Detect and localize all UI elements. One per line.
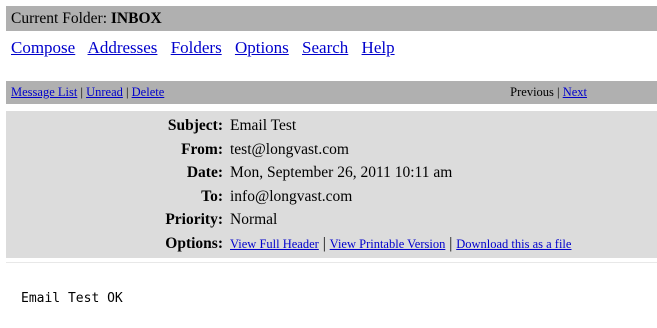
subject-label: Subject: bbox=[167, 117, 223, 134]
from-value: test@longvast.com bbox=[230, 140, 349, 158]
prev-next-nav: Previous | Next bbox=[510, 81, 587, 104]
from-label: From: bbox=[181, 140, 223, 158]
to-row: To: info@longvast.com bbox=[6, 186, 657, 210]
separator: | bbox=[126, 85, 129, 99]
addresses-link[interactable]: Addresses bbox=[88, 38, 158, 57]
to-value: info@longvast.com bbox=[230, 187, 353, 205]
message-action-bar: Message List | Unread | Delete Previous … bbox=[6, 81, 657, 104]
options-label: Options: bbox=[165, 234, 223, 252]
folders-link[interactable]: Folders bbox=[171, 38, 222, 57]
subject-row: Subject: Email Test bbox=[6, 115, 657, 139]
priority-label: Priority: bbox=[165, 211, 223, 228]
current-folder-name: INBOX bbox=[110, 10, 162, 27]
message-body: Email Test OK bbox=[6, 262, 657, 328]
options-link[interactable]: Options bbox=[235, 38, 289, 57]
priority-row: Priority: Normal bbox=[6, 209, 657, 233]
separator: | bbox=[322, 234, 326, 252]
message-list-link[interactable]: Message List bbox=[11, 85, 77, 99]
date-label: Date: bbox=[186, 164, 223, 181]
next-link[interactable]: Next bbox=[563, 85, 587, 99]
download-file-link[interactable]: Download this as a file bbox=[456, 237, 571, 251]
separator: | bbox=[449, 234, 453, 252]
message-body-text: Email Test OK bbox=[21, 291, 123, 306]
message-headers: Subject: Email Test From: test@longvast.… bbox=[6, 111, 657, 258]
compose-link[interactable]: Compose bbox=[11, 38, 75, 57]
separator: | bbox=[557, 85, 560, 99]
help-link[interactable]: Help bbox=[362, 38, 395, 57]
date-value: Mon, September 26, 2011 10:11 am bbox=[230, 164, 453, 181]
current-folder-label: Current Folder: bbox=[11, 10, 107, 27]
current-folder-bar: Current Folder: INBOX bbox=[6, 6, 657, 31]
delete-link[interactable]: Delete bbox=[132, 85, 165, 99]
view-printable-link[interactable]: View Printable Version bbox=[330, 237, 446, 251]
search-link[interactable]: Search bbox=[302, 38, 348, 57]
date-row: Date: Mon, September 26, 2011 10:11 am bbox=[6, 162, 657, 186]
view-full-header-link[interactable]: View Full Header bbox=[230, 237, 319, 251]
options-row: Options: View Full Header | View Printab… bbox=[6, 233, 657, 257]
to-label: To: bbox=[201, 187, 223, 205]
previous-label: Previous bbox=[510, 85, 554, 99]
separator: | bbox=[80, 85, 83, 99]
from-row: From: test@longvast.com bbox=[6, 139, 657, 163]
unread-link[interactable]: Unread bbox=[86, 85, 123, 99]
options-links: View Full Header | View Printable Versio… bbox=[230, 233, 571, 255]
subject-value: Email Test bbox=[230, 117, 297, 134]
priority-value: Normal bbox=[230, 211, 278, 228]
main-navigation: Compose Addresses Folders Options Search… bbox=[11, 38, 404, 58]
